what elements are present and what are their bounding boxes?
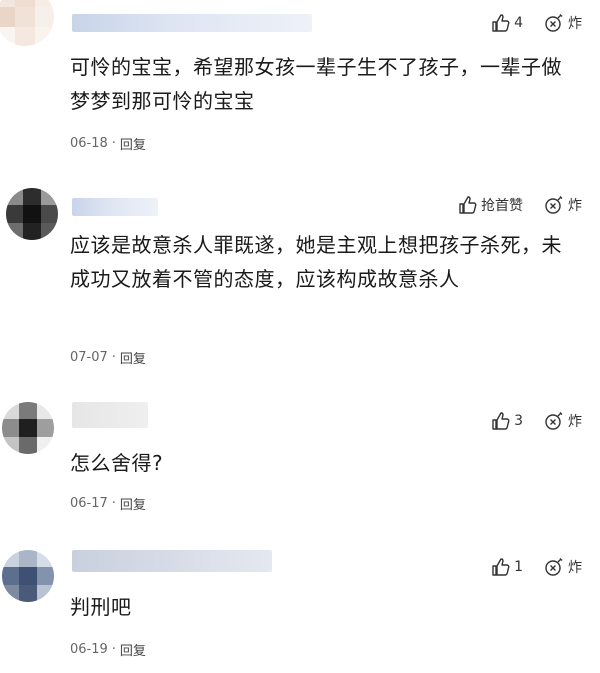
comment-meta: 06-18 · 回复 <box>70 134 146 153</box>
bomb-icon <box>543 12 565 34</box>
like-count: 抢首赞 <box>481 198 523 214</box>
username[interactable] <box>72 14 312 32</box>
meta-separator: · <box>111 642 116 657</box>
username[interactable] <box>72 402 148 428</box>
meta-separator: · <box>111 496 116 511</box>
bomb-icon <box>543 556 565 578</box>
username[interactable] <box>72 198 158 216</box>
comment-date: 06-17 <box>70 496 108 511</box>
reply-button[interactable]: 回复 <box>120 640 146 659</box>
comment-actions: 1 炸 <box>491 556 582 578</box>
meta-separator: · <box>111 350 116 365</box>
bomb-icon <box>543 194 565 216</box>
avatar[interactable] <box>6 188 58 240</box>
comment-actions: 抢首赞 炸 <box>458 194 582 216</box>
meta-separator: · <box>111 136 116 151</box>
bomb-button[interactable]: 炸 <box>543 194 582 216</box>
username[interactable] <box>72 550 272 572</box>
thumbs-up-icon <box>491 557 511 577</box>
comment-actions: 4 炸 <box>491 12 582 34</box>
like-count: 3 <box>514 413 523 429</box>
like-count: 4 <box>514 15 523 31</box>
bomb-label: 炸 <box>568 198 582 214</box>
comment-meta: 06-17 · 回复 <box>70 494 146 513</box>
like-button[interactable]: 抢首赞 <box>458 195 523 215</box>
avatar[interactable] <box>0 0 54 46</box>
like-button[interactable]: 4 <box>491 13 523 33</box>
comment-meta: 06-19 · 回复 <box>70 640 146 659</box>
comment-text: 应该是故意杀人罪既遂，她是主观上想把孩子杀死，未成功又放着不管的态度，应该构成故… <box>70 233 562 291</box>
bomb-button[interactable]: 炸 <box>543 12 582 34</box>
like-button[interactable]: 1 <box>491 557 523 577</box>
bomb-button[interactable]: 炸 <box>543 556 582 578</box>
comment-text: 怎么舍得? <box>70 451 164 475</box>
reply-button[interactable]: 回复 <box>120 348 146 367</box>
reply-button[interactable]: 回复 <box>120 134 146 153</box>
comment-date: 06-19 <box>70 642 108 657</box>
avatar[interactable] <box>2 402 54 454</box>
like-button[interactable]: 3 <box>491 411 523 431</box>
thumbs-up-icon <box>491 411 511 431</box>
thumbs-up-icon <box>491 13 511 33</box>
bomb-label: 炸 <box>568 414 582 430</box>
like-count: 1 <box>514 559 523 575</box>
reply-button[interactable]: 回复 <box>120 494 146 513</box>
bomb-label: 炸 <box>568 560 582 576</box>
comment-actions: 3 炸 <box>491 410 582 432</box>
comment-text: 可怜的宝宝，希望那女孩一辈子生不了孩子，一辈子做梦梦到那可怜的宝宝 <box>70 55 562 113</box>
comment-meta: 07-07 · 回复 <box>70 348 146 367</box>
comment-text: 判刑吧 <box>70 595 132 619</box>
comment-date: 07-07 <box>70 350 108 365</box>
bomb-button[interactable]: 炸 <box>543 410 582 432</box>
comment-date: 06-18 <box>70 136 108 151</box>
avatar[interactable] <box>2 550 54 602</box>
thumbs-up-icon <box>458 195 478 215</box>
bomb-label: 炸 <box>568 16 582 32</box>
bomb-icon <box>543 410 565 432</box>
